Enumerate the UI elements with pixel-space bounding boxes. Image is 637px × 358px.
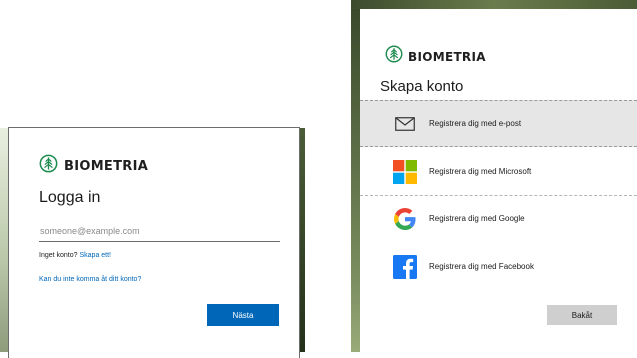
page-title: Skapa konto xyxy=(380,78,464,95)
microsoft-icon xyxy=(393,159,417,184)
envelope-icon xyxy=(393,112,417,136)
create-account-link[interactable]: Skapa ett! xyxy=(79,252,111,259)
biometria-logo: BIOMETRIA xyxy=(39,154,148,178)
background-strip xyxy=(0,128,9,352)
option-label: Registrera dig med Google xyxy=(429,214,525,223)
register-email-option[interactable]: Registrera dig med e-post xyxy=(360,100,637,147)
login-dialog: BIOMETRIA Logga in Inget konto? Skapa et… xyxy=(9,128,299,358)
background-strip xyxy=(351,0,637,9)
next-button[interactable]: Nästa xyxy=(207,304,279,326)
option-label: Registrera dig med Facebook xyxy=(429,262,534,271)
cant-access-account-link[interactable]: Kan du inte komma åt ditt konto? xyxy=(39,276,141,283)
brand-name: BIOMETRIA xyxy=(64,158,149,174)
biometria-logo: BIOMETRIA xyxy=(385,45,486,68)
brand-name: BIOMETRIA xyxy=(408,49,486,64)
option-label: Registrera dig med Microsoft xyxy=(429,167,532,176)
option-label: Registrera dig med e-post xyxy=(429,119,522,128)
email-field[interactable] xyxy=(39,221,280,242)
no-account-label: Inget konto? xyxy=(39,252,78,259)
create-account-dialog: BIOMETRIA Skapa konto Registrera dig med… xyxy=(360,9,637,352)
page-title: Logga in xyxy=(39,189,101,206)
back-button[interactable]: Bakåt xyxy=(547,305,617,325)
biometria-logo-icon xyxy=(385,45,403,68)
google-icon xyxy=(393,207,417,231)
register-microsoft-option[interactable]: Registrera dig med Microsoft xyxy=(360,148,637,195)
register-google-option[interactable]: Registrera dig med Google xyxy=(360,195,637,242)
background-strip xyxy=(351,9,360,352)
register-facebook-option[interactable]: Registrera dig med Facebook xyxy=(360,243,637,290)
facebook-icon xyxy=(393,254,417,279)
biometria-logo-icon xyxy=(39,154,58,178)
no-account-text: Inget konto? Skapa ett! xyxy=(39,252,111,259)
